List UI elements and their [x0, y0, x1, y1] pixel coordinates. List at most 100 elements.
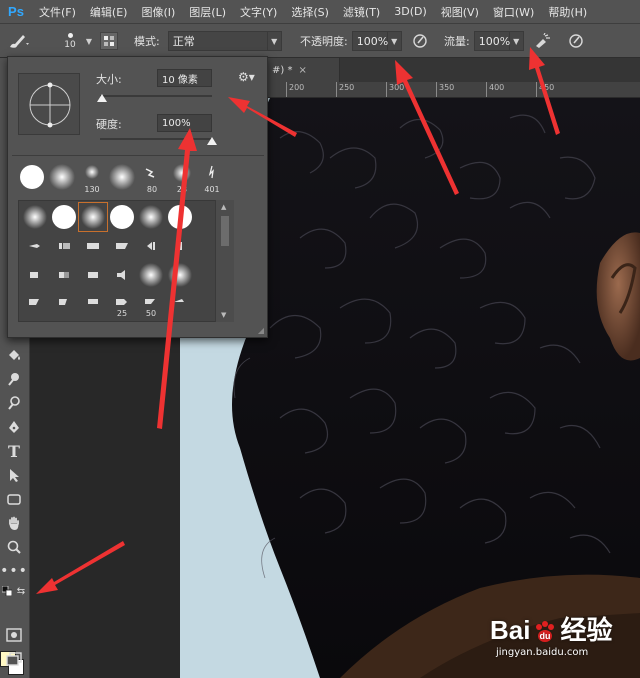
- menu-filter[interactable]: 滤镜(T): [336, 4, 387, 20]
- more-tools-icon[interactable]: •••: [0, 560, 27, 582]
- menu-layer[interactable]: 图层(L): [182, 4, 233, 20]
- hand-tool-icon[interactable]: [3, 512, 25, 534]
- brush-preset[interactable]: [50, 232, 78, 260]
- brush-panel-icon: [100, 32, 118, 50]
- hardness-label: 硬度:: [96, 118, 122, 131]
- ruler-tick: 200: [286, 82, 304, 97]
- size-label: 大小:: [96, 73, 122, 86]
- recent-brush[interactable]: 23: [168, 163, 196, 194]
- pressure-opacity-icon[interactable]: [410, 31, 430, 51]
- brush-size-preview[interactable]: 10: [58, 24, 82, 58]
- scroll-thumb[interactable]: [221, 216, 229, 246]
- menu-image[interactable]: 图像(I): [134, 4, 182, 20]
- chevron-down-icon[interactable]: ▼: [221, 311, 226, 319]
- size-input[interactable]: 10 像素: [157, 69, 212, 87]
- brush-preset-selected[interactable]: [78, 202, 108, 232]
- size-slider-thumb[interactable]: [97, 94, 108, 102]
- mode-select[interactable]: 正常: [167, 31, 268, 51]
- brush-list-scrollbar[interactable]: ▲ ▼: [215, 200, 234, 322]
- menu-edit[interactable]: 编辑(E): [83, 4, 135, 20]
- hardness-slider-track[interactable]: [100, 138, 212, 140]
- screen-mode-icon[interactable]: [3, 648, 25, 670]
- brush-preset[interactable]: [137, 232, 165, 260]
- path-selection-tool-icon[interactable]: [3, 464, 25, 486]
- zoom-tool-icon[interactable]: [3, 536, 25, 558]
- tool-preset-picker[interactable]: [6, 24, 32, 58]
- opacity-dropdown-arrow[interactable]: ▼: [387, 31, 402, 51]
- brush-dot-icon: [67, 32, 73, 38]
- ruler-tick: 450: [536, 82, 554, 97]
- chevron-up-icon[interactable]: ▲: [221, 203, 226, 211]
- close-icon[interactable]: ×: [298, 65, 306, 76]
- pen-tool-icon[interactable]: [3, 416, 25, 438]
- size-slider-track[interactable]: [100, 95, 212, 97]
- quick-mask-icon[interactable]: [3, 624, 25, 646]
- paint-bucket-tool-icon[interactable]: [3, 344, 25, 366]
- brush-preset[interactable]: [21, 232, 49, 260]
- flow-input[interactable]: 100%: [473, 31, 510, 51]
- brush-panel-toggle[interactable]: [100, 24, 118, 58]
- burn-tool-icon[interactable]: [3, 392, 25, 414]
- tab-strip: [340, 58, 640, 82]
- document-tab[interactable]: #) * ×: [266, 58, 340, 82]
- opacity-input[interactable]: 100%: [351, 31, 388, 51]
- brush-preset[interactable]: [50, 290, 78, 318]
- brush-preset[interactable]: [79, 261, 107, 289]
- brush-preset[interactable]: [166, 290, 194, 318]
- brush-preset[interactable]: [166, 261, 194, 289]
- recent-brush[interactable]: 130: [78, 163, 106, 194]
- brush-preset[interactable]: [137, 261, 165, 289]
- airbrush-icon[interactable]: [532, 31, 552, 51]
- menu-3d[interactable]: 3D(D): [387, 5, 434, 18]
- brush-preset[interactable]: [21, 261, 49, 289]
- dodge-tool-icon[interactable]: [3, 368, 25, 390]
- brush-tip-preview[interactable]: [18, 73, 80, 135]
- rectangle-tool-icon[interactable]: [3, 488, 25, 510]
- brush-preset[interactable]: [137, 203, 165, 231]
- gear-icon[interactable]: ⚙▾: [238, 70, 255, 84]
- watermark: Bai du 经验 jingyan.baidu.com: [490, 610, 640, 672]
- brush-preset[interactable]: [108, 232, 136, 260]
- menu-select[interactable]: 选择(S): [284, 4, 336, 20]
- brush-preset[interactable]: 50: [137, 290, 165, 318]
- ruler-tick: 250: [336, 82, 354, 97]
- recent-brush[interactable]: [18, 163, 46, 193]
- mode-label: 模式:: [134, 35, 160, 48]
- pressure-size-icon[interactable]: [566, 31, 586, 51]
- menu-type[interactable]: 文字(Y): [233, 4, 284, 20]
- recent-brush[interactable]: 401: [198, 163, 226, 194]
- brush-preset[interactable]: [50, 203, 78, 231]
- default-colors-icon[interactable]: [0, 580, 14, 602]
- swap-colors-icon[interactable]: ⇆: [14, 580, 28, 602]
- menu-window[interactable]: 窗口(W): [486, 4, 541, 20]
- brush-preset[interactable]: [79, 290, 107, 318]
- brush-preset[interactable]: [79, 232, 107, 260]
- flow-dropdown-arrow[interactable]: ▼: [509, 31, 524, 51]
- options-bar: 10 ▼ 模式: 正常 ▼ 不透明度: 100% ▼ 流量: 100% ▼: [0, 24, 640, 58]
- brush-preset[interactable]: [21, 290, 49, 318]
- brush-size-value: 10: [64, 39, 76, 50]
- mode-dropdown-arrow[interactable]: ▼: [267, 31, 282, 51]
- type-tool-icon[interactable]: T: [3, 440, 25, 462]
- recent-brush[interactable]: 80: [138, 163, 166, 194]
- divider: [12, 155, 264, 156]
- brush-preset[interactable]: 25: [108, 290, 136, 318]
- brush-preset[interactable]: [166, 203, 194, 231]
- recent-brush[interactable]: [48, 163, 76, 193]
- brush-preset[interactable]: [108, 261, 136, 289]
- hardness-slider-thumb[interactable]: [207, 137, 217, 145]
- brush-preset[interactable]: [50, 261, 78, 289]
- brush-preset[interactable]: [108, 203, 136, 231]
- hardness-input[interactable]: 100%: [157, 114, 212, 132]
- watermark-url: jingyan.baidu.com: [496, 647, 589, 658]
- brush-angle-icon: [29, 82, 71, 128]
- brush-preset[interactable]: [166, 232, 194, 260]
- recent-brush[interactable]: [108, 163, 136, 193]
- brush-picker-arrow[interactable]: ▼: [84, 24, 94, 58]
- resize-grip-icon[interactable]: ◢: [258, 326, 264, 335]
- brush-preset[interactable]: [21, 203, 49, 231]
- ruler-tick: 400: [486, 82, 504, 97]
- menu-help[interactable]: 帮助(H): [541, 4, 594, 20]
- menu-view[interactable]: 视图(V): [434, 4, 486, 20]
- menu-file[interactable]: 文件(F): [32, 4, 83, 20]
